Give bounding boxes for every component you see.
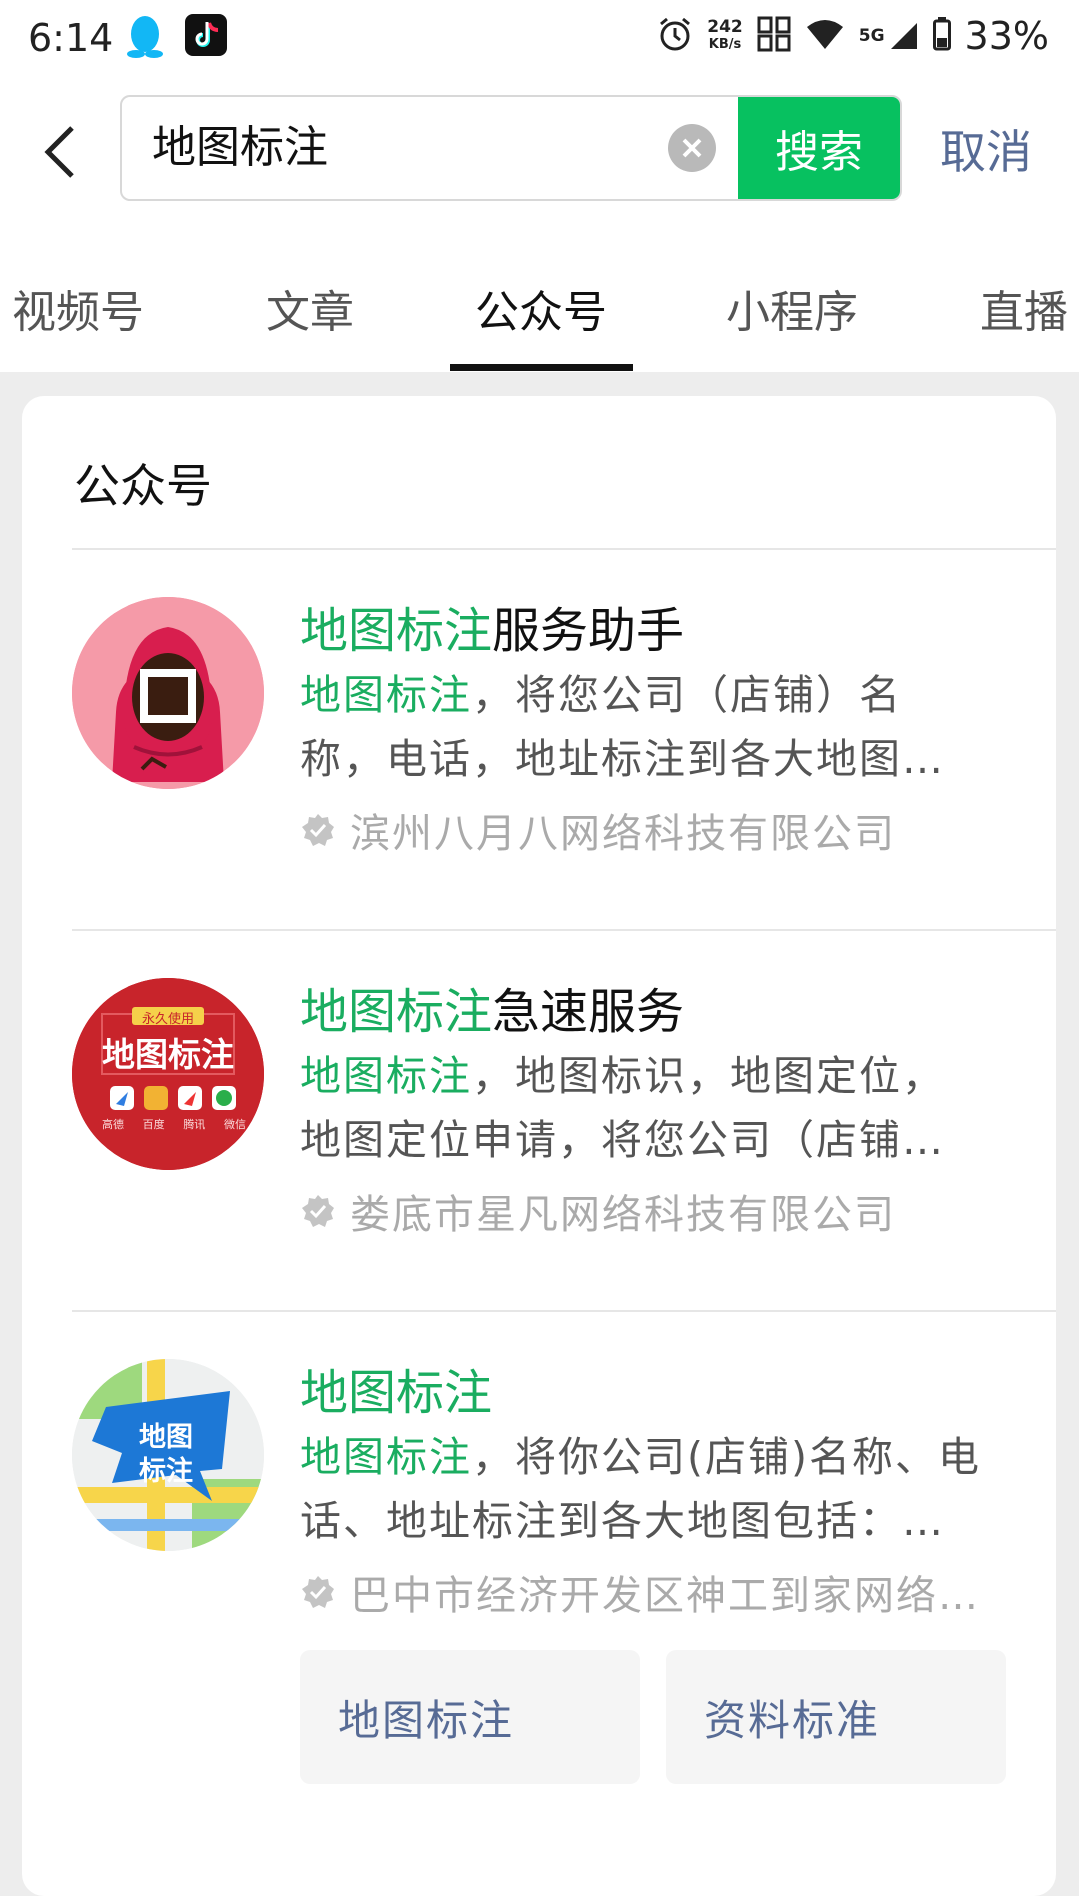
- desc-line-2: 地图定位申请，将您公司（店铺…: [300, 1116, 945, 1164]
- app-label: 百度: [142, 1118, 165, 1131]
- status-left-icons: [125, 14, 227, 64]
- cancel-button[interactable]: 取消: [940, 116, 1032, 182]
- avatar-text-line-2: 标注: [139, 1456, 193, 1487]
- status-bar: 6:14 242 KB/s 5G 33%: [0, 0, 1079, 78]
- result-company: 滨州八月八网络科技有限公司: [300, 801, 896, 859]
- net-speed-value: 242: [707, 17, 743, 37]
- search-input[interactable]: 地图标注: [152, 97, 328, 199]
- result-company: 娄底市星凡网络科技有限公司: [300, 1182, 896, 1240]
- clear-search-button[interactable]: [668, 124, 716, 172]
- top-area: 6:14 242 KB/s 5G 33% 地图标注 搜索 取消 视频号 文章 公…: [0, 0, 1079, 372]
- desc-line-1: ，地图标识，地图定位，: [472, 1052, 945, 1100]
- back-arrow-icon: [44, 126, 74, 178]
- app-label: 高德: [102, 1118, 124, 1131]
- name-highlight: 地图标注: [300, 603, 493, 659]
- desc-line-1: ，将你公司(店铺)名称、电: [472, 1433, 981, 1481]
- result-item-1[interactable]: 地图标注服务助手 地图标注，将您公司（店铺）名 称，电话，地址标注到各大地图… …: [22, 549, 1056, 929]
- related-chip[interactable]: 资料标准: [666, 1650, 1006, 1784]
- search-box: 地图标注 搜索: [120, 95, 902, 201]
- close-icon: [682, 138, 702, 158]
- avatar: [72, 597, 264, 789]
- desc-line-1: ，将您公司（店铺）名: [472, 671, 902, 719]
- tab-bar: 视频号 文章 公众号 小程序 直播: [0, 262, 1079, 372]
- network-type: 5G: [858, 26, 885, 46]
- tab-articles[interactable]: 文章: [266, 276, 354, 340]
- qq-icon: [125, 14, 165, 64]
- tab-official-accounts[interactable]: 公众号: [475, 276, 607, 340]
- result-item-3[interactable]: 地图 标注 地图标注 地图标注，将你公司(店铺)名称、电 话、地址标注到各大地图…: [22, 1311, 1056, 1871]
- avatar: 地图 标注: [72, 1359, 264, 1551]
- avatar-badge-text: 永久使用: [141, 1012, 194, 1027]
- result-item-2[interactable]: 永久使用 地图标注 高德 百度 腾讯 微信 地图标注急速服务 地图标注，地图标识…: [22, 930, 1056, 1310]
- related-chip[interactable]: 地图标注: [300, 1650, 640, 1784]
- verified-icon: [302, 814, 334, 846]
- desc-highlight: 地图标注: [300, 671, 472, 719]
- avatar-app-labels: 高德 百度 腾讯 微信: [102, 1116, 246, 1132]
- active-tab-indicator: [450, 364, 633, 371]
- result-description: 地图标注，地图标识，地图定位， 地图定位申请，将您公司（店铺…: [300, 1044, 1000, 1172]
- tab-mini-programs[interactable]: 小程序: [726, 276, 858, 340]
- result-name: 地图标注: [300, 1353, 492, 1423]
- company-name: 巴中市经济开发区神工到家网络…: [350, 1573, 980, 1619]
- net-speed: 242 KB/s: [707, 19, 743, 53]
- signal-icon: 5G: [859, 21, 919, 51]
- alarm-icon: [657, 16, 693, 56]
- name-highlight: 地图标注: [300, 1365, 493, 1421]
- net-speed-unit: KB/s: [708, 37, 742, 52]
- results-card: 公众号 地图标注服务助手 地图标注，将您公司（店铺）名 称，电话，地址标注到各大…: [22, 396, 1056, 1896]
- desc-line-2: 话、地址标注到各大地图包括：…: [300, 1497, 945, 1545]
- status-time: 6:14: [28, 16, 114, 60]
- name-rest: 服务助手: [492, 603, 685, 659]
- tiktok-icon: [185, 14, 227, 64]
- verified-icon: [302, 1195, 334, 1227]
- name-highlight: 地图标注: [300, 984, 493, 1040]
- result-description: 地图标注，将你公司(店铺)名称、电 话、地址标注到各大地图包括：…: [300, 1425, 1030, 1553]
- company-name: 滨州八月八网络科技有限公司: [350, 811, 896, 857]
- section-title: 公众号: [74, 459, 212, 513]
- desc-line-2: 称，电话，地址标注到各大地图…: [300, 735, 945, 783]
- battery-icon: [932, 17, 951, 55]
- avatar-title-text: 地图标注: [102, 1035, 234, 1074]
- desc-highlight: 地图标注: [300, 1433, 472, 1481]
- status-right: 242 KB/s 5G 33%: [657, 14, 1049, 58]
- desc-highlight: 地图标注: [300, 1052, 472, 1100]
- result-name: 地图标注急速服务: [300, 972, 684, 1042]
- nfc-icon: [757, 16, 791, 56]
- verified-icon: [302, 1576, 334, 1608]
- result-company: 巴中市经济开发区神工到家网络…: [300, 1563, 980, 1621]
- avatar: 永久使用 地图标注 高德 百度 腾讯 微信: [72, 978, 264, 1170]
- name-rest: 急速服务: [492, 984, 685, 1040]
- result-description: 地图标注，将您公司（店铺）名 称，电话，地址标注到各大地图…: [300, 663, 1000, 791]
- result-name: 地图标注服务助手: [300, 591, 684, 661]
- app-label: 腾讯: [183, 1118, 206, 1131]
- tab-live[interactable]: 直播: [980, 276, 1068, 340]
- wifi-icon: [805, 17, 845, 55]
- back-button[interactable]: [30, 112, 90, 192]
- search-button[interactable]: 搜索: [738, 97, 900, 199]
- company-name: 娄底市星凡网络科技有限公司: [350, 1192, 896, 1238]
- tab-video[interactable]: 视频号: [12, 276, 144, 340]
- squid-guard-avatar-icon: [72, 597, 264, 789]
- battery-text: 33%: [964, 14, 1049, 58]
- app-label: 微信: [223, 1118, 246, 1131]
